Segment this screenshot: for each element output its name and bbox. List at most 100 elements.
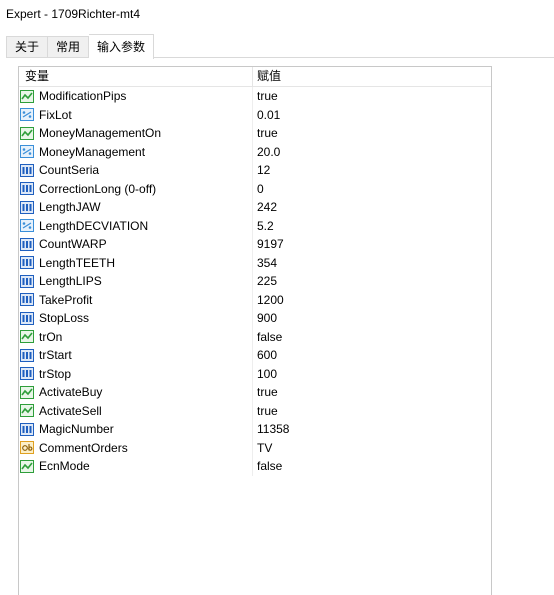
- parameter-name-cell: LengthLIPS: [19, 272, 253, 291]
- int-icon: [20, 200, 34, 214]
- parameter-name: LengthTEETH: [39, 255, 116, 270]
- bool-icon: [20, 459, 34, 473]
- parameter-row[interactable]: MoneyManagementOn true: [19, 124, 491, 143]
- parameter-row[interactable]: MoneyManagement 20.0: [19, 142, 491, 162]
- parameter-value[interactable]: 20.0: [253, 143, 491, 162]
- int-icon: [20, 367, 34, 381]
- parameter-name: CountSeria: [39, 163, 100, 177]
- parameter-name-cell: ActivateSell: [19, 401, 253, 420]
- parameter-name: CommentOrders: [39, 440, 128, 455]
- parameter-name-cell: FixLot: [19, 105, 253, 124]
- expert-properties-window: Expert - 1709Richter-mt4 关于 常用 输入参数 变量 赋…: [0, 0, 554, 595]
- parameter-row[interactable]: StopLoss 900: [19, 309, 491, 328]
- parameter-row[interactable]: FixLot 0.01: [19, 105, 491, 125]
- parameter-name: ActivateBuy: [39, 385, 103, 399]
- parameter-value[interactable]: 242: [253, 198, 491, 217]
- parameter-row[interactable]: trStop 100: [19, 364, 491, 384]
- parameter-name: MoneyManagementOn: [39, 126, 162, 140]
- bool-icon: [20, 330, 34, 344]
- parameter-value[interactable]: 0: [253, 180, 491, 199]
- parameter-value[interactable]: true: [253, 124, 491, 143]
- parameter-name-cell: LengthJAW: [19, 198, 253, 217]
- parameter-name: CorrectionLong (0-off): [39, 181, 157, 196]
- parameter-name-cell: trStop: [19, 364, 253, 383]
- tab-bar: 关于 常用 输入参数: [6, 34, 155, 59]
- column-header-value[interactable]: 赋值: [253, 67, 491, 86]
- int-icon: [20, 422, 34, 436]
- parameter-name: trStop: [39, 366, 72, 381]
- parameter-name-cell: LengthTEETH: [19, 253, 253, 272]
- bool-icon: [20, 385, 34, 399]
- bool-icon: [20, 126, 34, 140]
- parameter-value[interactable]: false: [253, 328, 491, 347]
- parameter-rows: ModificationPips true FixLot 0.01 MoneyManag…: [19, 87, 491, 476]
- parameter-row[interactable]: LengthTEETH 354: [19, 253, 491, 273]
- parameter-value[interactable]: true: [253, 87, 491, 106]
- parameter-value[interactable]: TV: [253, 439, 491, 458]
- parameter-name-cell: MoneyManagementOn: [19, 124, 253, 143]
- parameter-value[interactable]: 600: [253, 346, 491, 365]
- parameter-value[interactable]: 100: [253, 365, 491, 384]
- parameter-row[interactable]: MagicNumber 11358: [19, 420, 491, 439]
- parameter-row[interactable]: trOn false: [19, 327, 491, 347]
- parameter-name: ActivateSell: [39, 403, 102, 418]
- column-header-variable[interactable]: 变量: [19, 67, 253, 86]
- parameter-row[interactable]: CorrectionLong (0-off) 0: [19, 179, 491, 199]
- parameter-row[interactable]: EcnMode false: [19, 457, 491, 476]
- parameter-name: LengthDECVIATION: [39, 218, 149, 233]
- parameter-value[interactable]: false: [253, 457, 491, 476]
- parameter-row[interactable]: ActivateSell true: [19, 401, 491, 421]
- parameter-value[interactable]: 11358: [253, 420, 491, 439]
- tab-common[interactable]: 常用: [48, 36, 90, 58]
- parameter-name-cell: MoneyManagement: [19, 142, 253, 161]
- parameter-name-cell: StopLoss: [19, 309, 253, 328]
- parameter-name-cell: LengthDECVIATION: [19, 216, 253, 235]
- parameter-row[interactable]: TakeProfit 1200: [19, 290, 491, 310]
- parameter-value[interactable]: 12: [253, 161, 491, 180]
- parameter-row[interactable]: trStart 600: [19, 346, 491, 365]
- parameter-row[interactable]: LengthJAW 242: [19, 198, 491, 217]
- int-icon: [20, 348, 34, 362]
- int-icon: [20, 311, 34, 325]
- double-icon: [20, 145, 34, 159]
- parameter-row[interactable]: CountSeria 12: [19, 161, 491, 180]
- parameter-name-cell: trOn: [19, 327, 253, 346]
- parameter-name: FixLot: [39, 107, 72, 122]
- parameter-value[interactable]: 900: [253, 309, 491, 328]
- parameter-name-cell: ActivateBuy: [19, 383, 253, 402]
- parameter-value[interactable]: 225: [253, 272, 491, 291]
- bool-icon: [20, 89, 34, 103]
- parameter-row[interactable]: CountWARP 9197: [19, 235, 491, 254]
- parameter-row[interactable]: LengthDECVIATION 5.2: [19, 216, 491, 236]
- parameter-name-cell: CountWARP: [19, 235, 253, 254]
- int-icon: [20, 256, 34, 270]
- parameter-value[interactable]: 5.2: [253, 217, 491, 236]
- int-icon: [20, 182, 34, 196]
- parameter-name: MagicNumber: [39, 422, 114, 436]
- int-icon: [20, 274, 34, 288]
- parameter-value[interactable]: 354: [253, 254, 491, 273]
- parameter-name: trOn: [39, 329, 63, 344]
- tab-about[interactable]: 关于: [6, 36, 49, 58]
- parameter-name-cell: MagicNumber: [19, 420, 253, 439]
- tab-inputs[interactable]: 输入参数: [89, 34, 155, 59]
- double-icon: [20, 108, 34, 122]
- parameter-name-cell: trStart: [19, 346, 253, 365]
- int-icon: [20, 293, 34, 307]
- parameter-row[interactable]: ModificationPips true: [19, 87, 491, 106]
- parameter-name-cell: CommentOrders: [19, 438, 253, 457]
- parameter-row[interactable]: ActivateBuy true: [19, 383, 491, 402]
- double-icon: [20, 219, 34, 233]
- parameter-value[interactable]: true: [253, 402, 491, 421]
- parameter-value[interactable]: true: [253, 383, 491, 402]
- parameter-value[interactable]: 1200: [253, 291, 491, 310]
- parameter-name: LengthJAW: [39, 200, 101, 214]
- parameter-name-cell: CountSeria: [19, 161, 253, 180]
- parameter-row[interactable]: CommentOrders TV: [19, 438, 491, 458]
- parameter-value[interactable]: 9197: [253, 235, 491, 254]
- parameter-name: MoneyManagement: [39, 144, 146, 159]
- inputs-tab-panel: 变量 赋值 ModificationPips true FixLot 0.01 Mone…: [6, 57, 554, 595]
- parameter-name: TakeProfit: [39, 292, 93, 307]
- parameter-value[interactable]: 0.01: [253, 106, 491, 125]
- parameter-row[interactable]: LengthLIPS 225: [19, 272, 491, 291]
